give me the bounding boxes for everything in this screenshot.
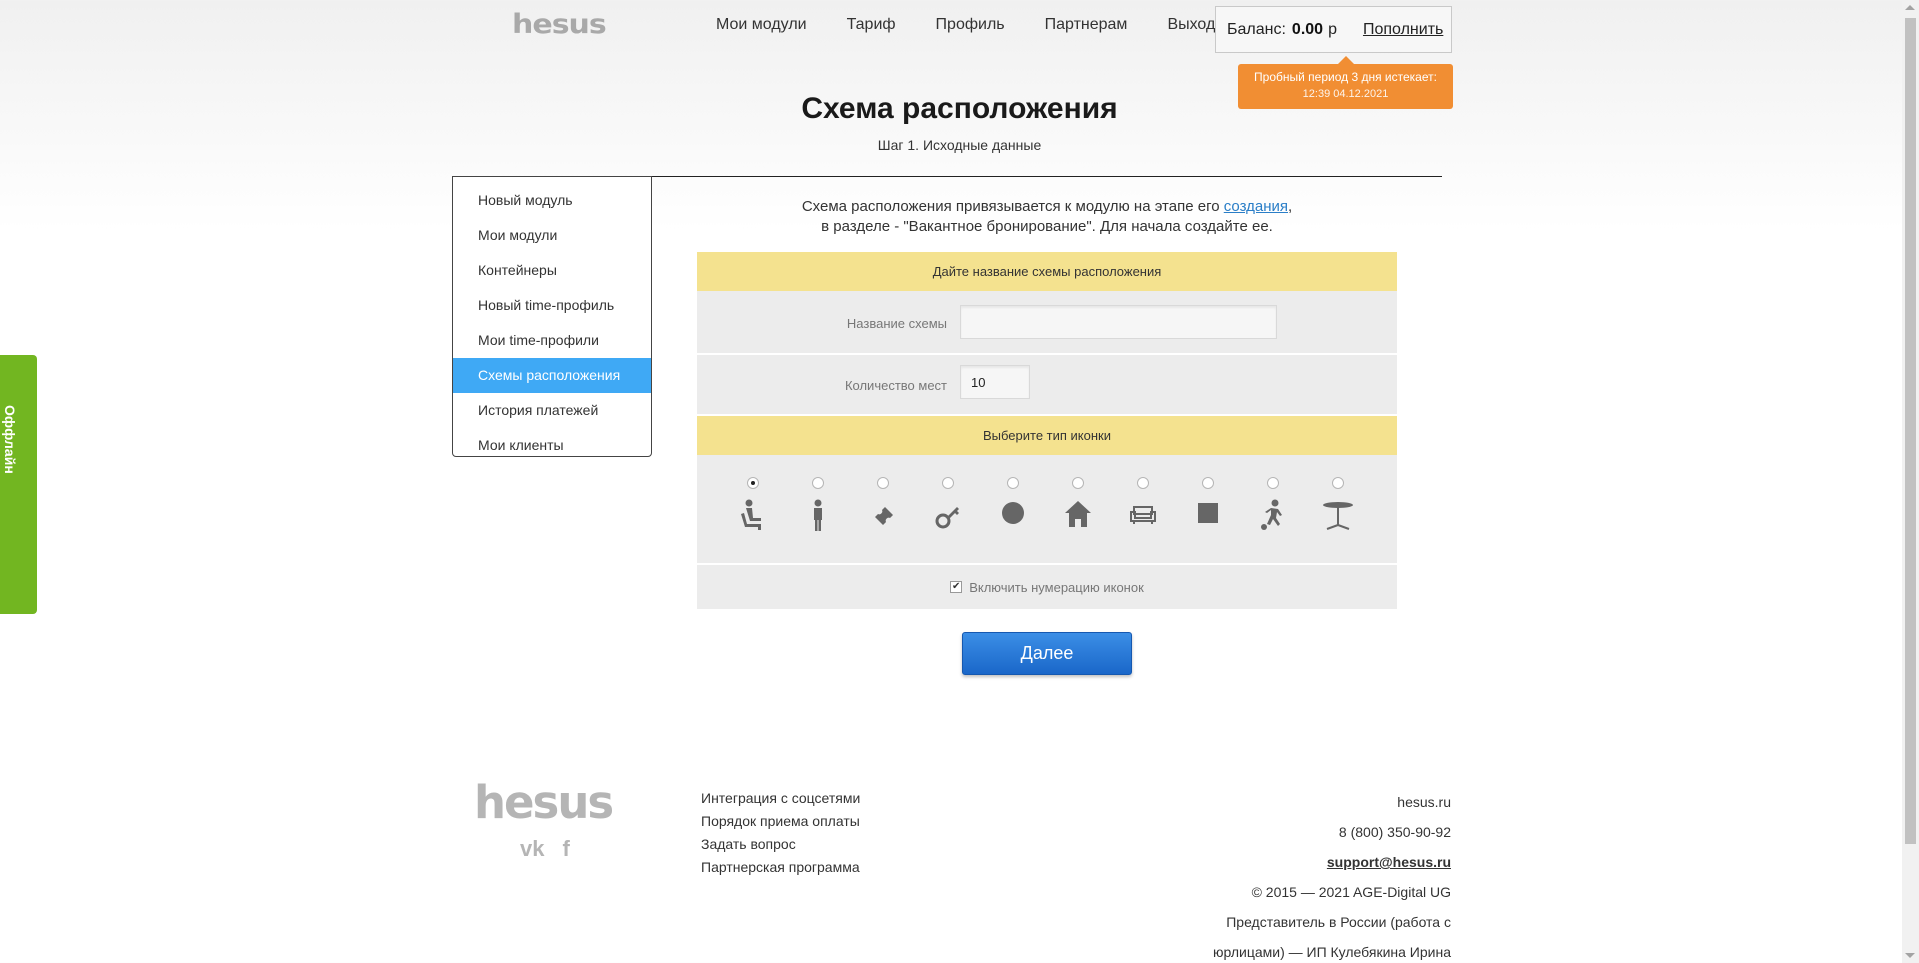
sofa-icon: [1130, 506, 1156, 524]
intro-text: Схема расположения привязывается к модул…: [697, 197, 1397, 237]
sidebar-item-containers[interactable]: Контейнеры: [453, 253, 651, 288]
vk-icon[interactable]: vk: [520, 838, 544, 860]
radio-sofa[interactable]: [1137, 477, 1149, 489]
scheme-form: Дайте название схемы расположения Назван…: [697, 252, 1397, 609]
name-section-header: Дайте название схемы расположения: [697, 252, 1397, 300]
balance-currency: р: [1328, 20, 1337, 38]
sidebar: Новый модуль Мои модули Контейнеры Новый…: [452, 176, 652, 457]
balance-label: Баланс:: [1227, 20, 1286, 38]
radio-house[interactable]: [1072, 477, 1084, 489]
house-icon: [1065, 501, 1091, 527]
trial-text: Пробный период 3 дня истекает:: [1254, 70, 1437, 84]
sidebar-item-payment-history[interactable]: История платежей: [453, 393, 651, 428]
radio-key[interactable]: [942, 477, 954, 489]
offline-label: Оффлайн: [2, 405, 18, 474]
balance-value: 0.00: [1291, 20, 1324, 38]
sidebar-item-new-module[interactable]: Новый модуль: [453, 183, 651, 218]
icon-option-key[interactable]: [928, 477, 968, 531]
seat-count-input[interactable]: [960, 365, 1030, 399]
offline-chat-tab[interactable]: Оффлайн: [0, 355, 37, 614]
icon-type-selector: [697, 455, 1397, 565]
footer-link-payment-order[interactable]: Порядок приема оплаты: [701, 810, 860, 833]
sidebar-item-new-time-profile[interactable]: Новый time-профиль: [453, 288, 651, 323]
icon-section-header: Выберите тип иконки: [697, 416, 1397, 464]
standing-person-icon: [814, 499, 822, 531]
radio-square[interactable]: [1202, 477, 1214, 489]
circle-icon: [1002, 502, 1024, 524]
nav-profile[interactable]: Профиль: [936, 15, 1005, 35]
icon-option-ticket[interactable]: [863, 477, 903, 531]
footer-logo[interactable]: hesus: [474, 780, 628, 825]
footer-representative-line2: юрлицами) — ИП Кулебякина Ирина: [1213, 944, 1451, 960]
count-label: Количество мест: [844, 378, 947, 393]
radio-seat[interactable]: [747, 477, 759, 489]
radio-table[interactable]: [1332, 477, 1344, 489]
name-row: Название схемы: [697, 291, 1397, 355]
numbering-row: ✔ Включить нумерацию иконок: [697, 565, 1397, 609]
sidebar-item-my-clients[interactable]: Мои клиенты: [453, 428, 651, 463]
sidebar-item-layout-schemes[interactable]: Схемы расположения: [453, 358, 651, 393]
social-links: vk f: [520, 838, 588, 860]
icon-option-standing[interactable]: [798, 477, 838, 531]
intro-text-line2: в разделе - "Вакантное бронирование". Дл…: [821, 218, 1273, 235]
topup-link[interactable]: Пополнить: [1363, 21, 1443, 39]
intro-text-part2: ,: [1288, 198, 1293, 215]
scrollbar[interactable]: [1902, 0, 1919, 963]
top-nav: Мои модули Тариф Профиль Партнерам Выход: [716, 15, 1215, 35]
radio-circle[interactable]: [1007, 477, 1019, 489]
key-icon: [935, 507, 959, 529]
footer-site[interactable]: hesus.ru: [1213, 787, 1451, 817]
page-title: Схема расположения: [801, 92, 1118, 125]
radio-ticket[interactable]: [877, 477, 889, 489]
footer-link-partner-program[interactable]: Партнерская программа: [701, 856, 860, 879]
next-button[interactable]: Далее: [962, 632, 1132, 675]
footer-contacts: hesus.ru 8 (800) 350-90-92 support@hesus…: [1213, 787, 1451, 963]
icon-option-table[interactable]: [1318, 477, 1358, 531]
numbering-checkbox[interactable]: ✔: [950, 581, 963, 593]
footer-phone: 8 (800) 350-90-92: [1338, 824, 1451, 840]
footer-copyright: © 2015 — 2021 AGE-Digital UG: [1251, 884, 1451, 900]
footer-representative-line1: Представитель в России (работа с: [1226, 914, 1451, 930]
footer-link-ask-question[interactable]: Задать вопрос: [701, 833, 860, 856]
nav-partners[interactable]: Партнерам: [1045, 15, 1128, 35]
sidebar-item-my-modules[interactable]: Мои модули: [453, 218, 651, 253]
page-subtitle: Шаг 1. Исходные данные: [877, 137, 1042, 153]
count-row: Количество мест: [697, 355, 1397, 416]
ticket-icon: [875, 507, 893, 525]
divider: [652, 176, 1442, 177]
footer-email[interactable]: support@hesus.ru: [1213, 847, 1451, 877]
football-player-icon: [1261, 499, 1282, 530]
footer-link-social-integration[interactable]: Интеграция с соцсетями: [701, 787, 860, 810]
radio-player[interactable]: [1267, 477, 1279, 489]
nav-my-modules[interactable]: Мои модули: [716, 15, 807, 35]
nav-logout[interactable]: Выход: [1167, 15, 1215, 35]
numbering-label[interactable]: Включить нумерацию иконок: [969, 580, 1144, 595]
icon-option-player[interactable]: [1253, 477, 1293, 531]
name-label: Название схемы: [846, 316, 947, 331]
seat-person-icon: [741, 499, 761, 530]
icon-option-house[interactable]: [1058, 477, 1098, 531]
square-icon: [1198, 503, 1218, 523]
nav-tariff[interactable]: Тариф: [847, 15, 896, 35]
table-icon: [1323, 502, 1353, 530]
create-link[interactable]: создания: [1224, 198, 1288, 215]
radio-standing[interactable]: [812, 477, 824, 489]
icon-option-seat[interactable]: [733, 477, 773, 531]
icon-option-square[interactable]: [1188, 477, 1228, 531]
facebook-icon[interactable]: f: [562, 838, 569, 860]
scroll-down-arrow[interactable]: [1905, 953, 1915, 958]
scroll-up-arrow[interactable]: [1905, 5, 1915, 10]
icon-option-circle[interactable]: [993, 477, 1033, 531]
scheme-name-input[interactable]: [960, 305, 1277, 339]
intro-text-part1: Схема расположения привязывается к модул…: [801, 198, 1224, 215]
balance-box: Баланс: 0.00 р Пополнить: [1215, 6, 1452, 53]
icon-option-sofa[interactable]: [1123, 477, 1163, 531]
logo[interactable]: hesus: [512, 11, 607, 39]
footer-links: Интеграция с соцсетями Порядок приема оп…: [701, 787, 860, 879]
scrollbar-thumb[interactable]: [1905, 18, 1916, 844]
sidebar-item-my-time-profiles[interactable]: Мои time-профили: [453, 323, 651, 358]
